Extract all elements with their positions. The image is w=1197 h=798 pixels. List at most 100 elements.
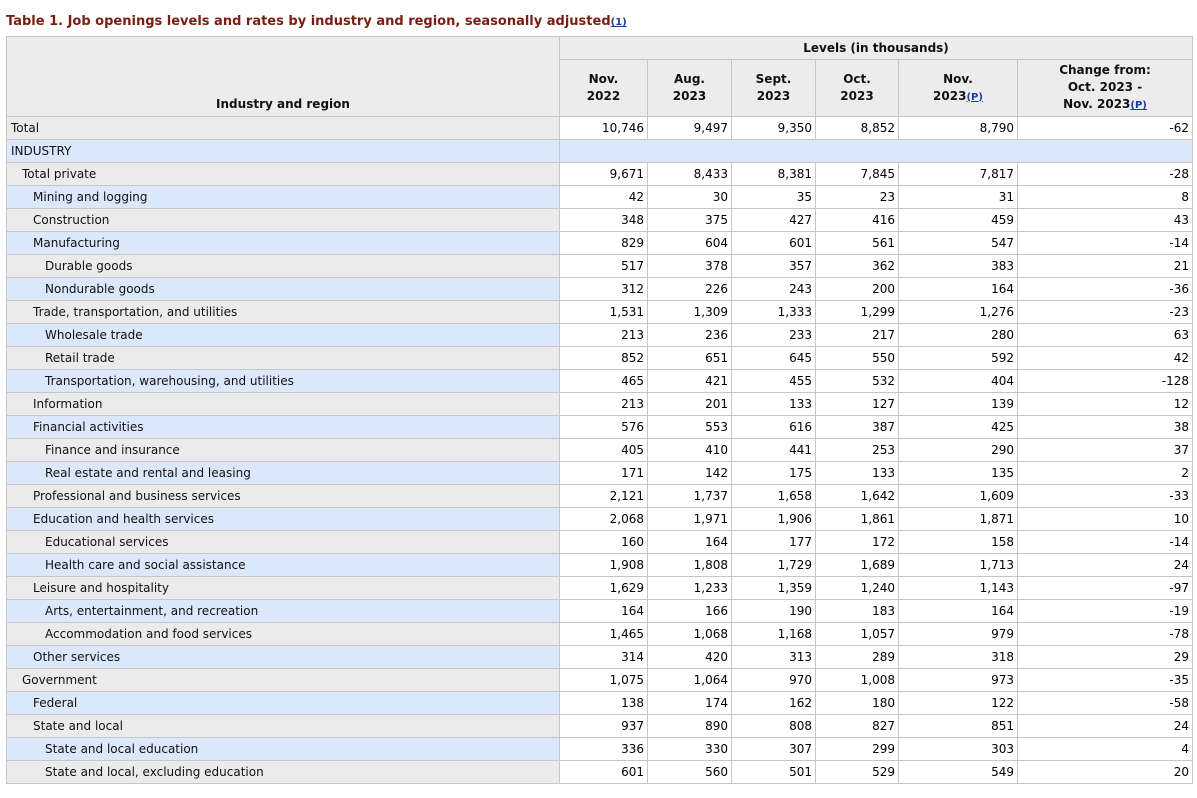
row-label: Mining and logging [6, 185, 560, 209]
value-cell: 1,971 [647, 507, 732, 531]
table-row: Leisure and hospitality 1,629 1,233 1,359 1,… [6, 576, 1194, 600]
table-row: Financial activities 576 553 616 387 425 38 [6, 415, 1194, 439]
row-label: Arts, entertainment, and recreation [6, 599, 560, 623]
value-cell: 1,908 [559, 553, 648, 577]
table-row: Finance and insurance 405 410 441 253 290 37 [6, 438, 1194, 462]
row-label: Education and health services [6, 507, 560, 531]
value-cell: 236 [647, 323, 732, 347]
row-label: Information [6, 392, 560, 416]
preliminary-footnote-link[interactable]: (P) [966, 92, 982, 103]
row-label: State and local [6, 714, 560, 738]
value-cell: 7,817 [898, 162, 1018, 186]
value-cell: 133 [815, 461, 899, 485]
value-cell: 1,861 [815, 507, 899, 531]
value-cell: 307 [731, 737, 816, 761]
value-cell: 8,852 [815, 116, 899, 140]
value-cell: 375 [647, 208, 732, 232]
table-row: Transportation, warehousing, and utiliti… [6, 369, 1194, 393]
header-row-group: Industry and region Levels (in thousands… [6, 36, 1194, 117]
row-label: Federal [6, 691, 560, 715]
value-cell: 280 [898, 323, 1018, 347]
value-cell: 1,713 [898, 553, 1018, 577]
table-row: Construction 348 375 427 416 459 43 [6, 208, 1194, 232]
value-cell: 851 [898, 714, 1018, 738]
change-cell: 37 [1016, 438, 1194, 462]
column-header: Nov. 2022 [559, 59, 648, 117]
value-cell: 1,276 [898, 300, 1018, 324]
table-row: Nondurable goods 312 226 243 200 164 -36 [6, 277, 1194, 301]
value-cell: 852 [559, 346, 648, 370]
value-cell: 1,729 [731, 553, 816, 577]
row-label: Construction [6, 208, 560, 232]
value-cell: 1,689 [815, 553, 899, 577]
value-cell: 1,642 [815, 484, 899, 508]
change-cell: -35 [1016, 668, 1194, 692]
value-cell: 318 [898, 645, 1018, 669]
value-cell: 1,299 [815, 300, 899, 324]
value-cell: 549 [898, 760, 1018, 784]
table-row: State and local 937 890 808 827 851 24 [6, 714, 1194, 738]
value-cell: 1,906 [731, 507, 816, 531]
value-cell: 217 [815, 323, 899, 347]
value-cell: 183 [815, 599, 899, 623]
change-cell: -97 [1016, 576, 1194, 600]
value-cell: 177 [731, 530, 816, 554]
row-label: Wholesale trade [6, 323, 560, 347]
value-cell: 1,333 [731, 300, 816, 324]
change-cell: 12 [1016, 392, 1194, 416]
row-label: Real estate and rental and leasing [6, 461, 560, 485]
value-cell: 348 [559, 208, 648, 232]
change-cell: 24 [1016, 553, 1194, 577]
value-cell: 553 [647, 415, 732, 439]
value-cell: 233 [731, 323, 816, 347]
change-cell: -78 [1016, 622, 1194, 646]
caption-footnote-link[interactable]: (1) [611, 17, 627, 28]
table-row: Accommodation and food services 1,465 1,06… [6, 622, 1194, 646]
value-cell: 378 [647, 254, 732, 278]
table-row: State and local, excluding education 601 5… [6, 760, 1194, 784]
change-cell: 29 [1016, 645, 1194, 669]
change-cell: 10 [1016, 507, 1194, 531]
table-row: Federal 138 174 162 180 122 -58 [6, 691, 1194, 715]
change-cell: 8 [1016, 185, 1194, 209]
change-cell: 24 [1016, 714, 1194, 738]
value-cell: 35 [731, 185, 816, 209]
change-cell: 2 [1016, 461, 1194, 485]
change-cell: -23 [1016, 300, 1194, 324]
change-cell: -33 [1016, 484, 1194, 508]
preliminary-footnote-link[interactable]: (P) [1130, 100, 1146, 111]
table-row: Arts, entertainment, and recreation 164 16… [6, 599, 1194, 623]
levels-group-header: Levels (in thousands) [558, 36, 1194, 60]
value-cell: 1,465 [559, 622, 648, 646]
value-cell: 890 [647, 714, 732, 738]
table-row: Manufacturing 829 604 601 561 547 -14 [6, 231, 1194, 255]
value-cell: 313 [731, 645, 816, 669]
value-cell: 405 [559, 438, 648, 462]
value-cell: 8,433 [647, 162, 732, 186]
table-row: Wholesale trade 213 236 233 217 280 63 [6, 323, 1194, 347]
row-label: Professional and business services [6, 484, 560, 508]
value-cell: 31 [898, 185, 1018, 209]
value-cell: 425 [898, 415, 1018, 439]
value-cell: 560 [647, 760, 732, 784]
row-label: Nondurable goods [6, 277, 560, 301]
change-cell: 4 [1016, 737, 1194, 761]
row-label: Trade, transportation, and utilities [6, 300, 560, 324]
change-cell: -58 [1016, 691, 1194, 715]
change-cell: -36 [1016, 277, 1194, 301]
value-cell: 576 [559, 415, 648, 439]
caption-text: Table 1. Job openings levels and rates b… [6, 14, 611, 29]
value-cell: 1,609 [898, 484, 1018, 508]
section-spacer [558, 139, 1194, 163]
value-cell: 970 [731, 668, 816, 692]
value-cell: 42 [559, 185, 648, 209]
value-cell: 2,121 [559, 484, 648, 508]
change-cell: -14 [1016, 530, 1194, 554]
table-row: Information 213 201 133 127 139 12 [6, 392, 1194, 416]
table-row: Trade, transportation, and utilities 1,53… [6, 300, 1194, 324]
value-cell: 459 [898, 208, 1018, 232]
value-cell: 289 [815, 645, 899, 669]
value-cell: 592 [898, 346, 1018, 370]
value-cell: 174 [647, 691, 732, 715]
table-row: Professional and business services 2,121 1… [6, 484, 1194, 508]
